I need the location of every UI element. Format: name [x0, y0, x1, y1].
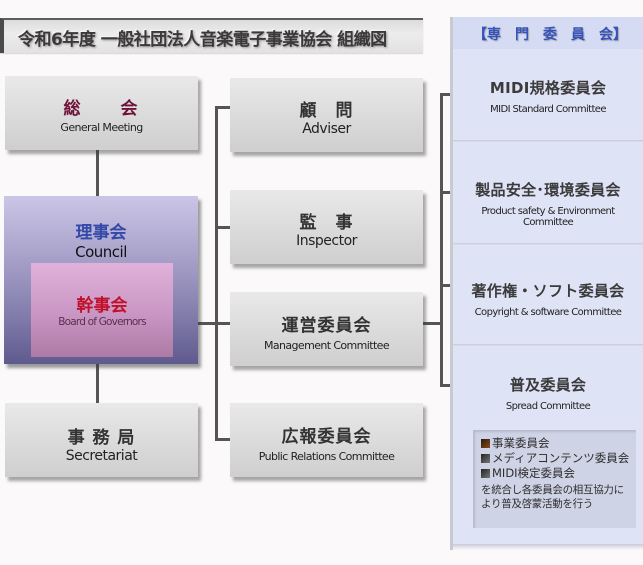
- general-meeting-en: General Meeting: [60, 121, 143, 134]
- panel-separator: [453, 344, 643, 347]
- council-jp: 理事会: [75, 223, 127, 243]
- connector-line: [215, 438, 230, 441]
- panel-separator: [453, 243, 643, 246]
- general-meeting-box: 総 会 General Meeting: [5, 76, 198, 150]
- adviser-box: 顧 問 Adviser: [230, 78, 423, 152]
- committee-jp: 普及委員会: [509, 376, 587, 394]
- committee-product-safety: 製品安全･環境委員会 Product safety & Environment …: [453, 179, 643, 228]
- sub-committees-note: を統合し各委員会の相互協力により普及啓蒙活動を行う: [481, 484, 624, 510]
- committee-spread: 普及委員会 Spread Committee: [453, 374, 643, 412]
- general-meeting-jp: 総 会: [63, 99, 140, 119]
- secretariat-box: 事 務 局 Secretariat: [5, 403, 198, 477]
- board-of-governors-box: 幹事会 Board of Governors: [31, 263, 173, 357]
- management-committee-jp: 運営委員会: [281, 316, 372, 336]
- inspector-jp: 監 事: [299, 213, 354, 233]
- connector-line: [96, 364, 99, 404]
- connector-line: [96, 150, 99, 196]
- committee-en: MIDI Standard Committee: [490, 104, 606, 115]
- sub-committees-box: 事業委員会 メディアコンテンツ委員会 MIDI検定委員会 を統合し各委員会の相互…: [473, 430, 636, 528]
- adviser-jp: 顧 問: [299, 101, 354, 121]
- committee-en: Product safety & Environment Committee: [481, 206, 615, 228]
- committee-copyright-software: 著作権・ソフト委員会 Copyright & software Committe…: [453, 280, 643, 318]
- committee-en: Spread Committee: [505, 401, 591, 412]
- committee-jp: MIDI規格委員会: [489, 79, 607, 97]
- sub-committee-item: メディアコンテンツ委員会: [481, 451, 630, 466]
- connector-line: [215, 226, 230, 229]
- public-relations-committee-en: Public Relations Committee: [258, 450, 395, 463]
- connector-line: [215, 106, 218, 440]
- connector-line: [422, 322, 442, 325]
- public-relations-committee-jp: 広報委員会: [281, 427, 372, 447]
- panel-bottom-shadow: [453, 544, 643, 550]
- page-title: 令和6年度 一般社団法人音楽電子事業協会 組織図: [18, 30, 387, 50]
- square-bullet-icon: [481, 469, 490, 478]
- council-en: Council: [75, 243, 127, 261]
- sub-committee-item: 事業委員会: [481, 436, 630, 451]
- title-bar: 令和6年度 一般社団法人音楽電子事業協会 組織図: [0, 18, 423, 53]
- secretariat-en: Secretariat: [65, 448, 138, 464]
- committee-jp: 製品安全･環境委員会: [475, 181, 621, 199]
- management-committee-en: Management Committee: [263, 339, 390, 352]
- square-bullet-icon: [481, 439, 490, 448]
- committee-midi-standard: MIDI規格委員会 MIDI Standard Committee: [453, 77, 643, 115]
- inspector-en: Inspector: [296, 233, 357, 249]
- committee-jp: 著作権・ソフト委員会: [471, 282, 625, 300]
- panel-header: 【専 門 委 員 会】: [473, 27, 627, 43]
- square-bullet-icon: [481, 454, 490, 463]
- adviser-en: Adviser: [302, 121, 351, 137]
- panel-separator: [453, 140, 643, 143]
- secretariat-jp: 事 務 局: [67, 428, 136, 448]
- connector-line: [215, 106, 230, 109]
- board-of-governors-en: Board of Governors: [58, 316, 146, 328]
- committee-en: Copyright & software Committee: [474, 307, 622, 318]
- sub-committee-item: MIDI検定委員会: [481, 466, 630, 481]
- board-of-governors-jp: 幹事会: [76, 296, 128, 316]
- specialized-committees-panel: 【専 門 委 員 会】 MIDI規格委員会 MIDI Standard Comm…: [450, 17, 643, 550]
- connector-line: [440, 93, 443, 386]
- inspector-box: 監 事 Inspector: [230, 190, 423, 264]
- public-relations-committee-box: 広報委員会 Public Relations Committee: [230, 403, 423, 477]
- management-committee-box: 運営委員会 Management Committee: [230, 292, 423, 366]
